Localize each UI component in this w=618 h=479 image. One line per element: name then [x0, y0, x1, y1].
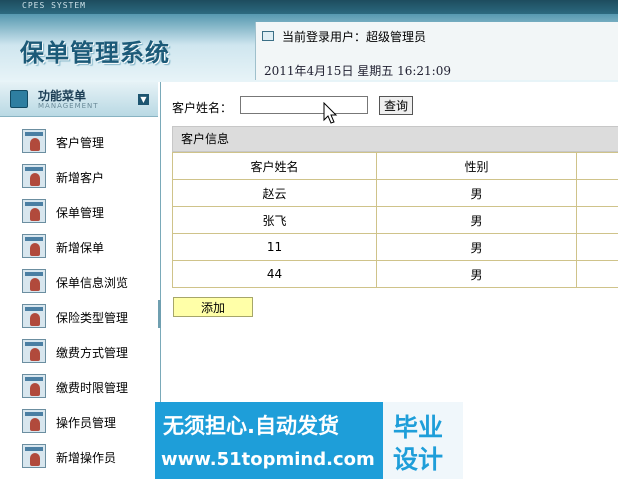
sidebar-item-policy-management[interactable]: 保单管理 — [0, 195, 158, 229]
user-card-icon — [22, 164, 46, 188]
table-row[interactable]: 张飞 男 — [172, 206, 618, 234]
sidebar-item-label: 新增客户 — [56, 171, 105, 185]
user-card-icon — [22, 409, 46, 433]
sidebar-item-insurance-type[interactable]: 保险类型管理 — [0, 300, 158, 334]
cell-extra — [576, 260, 618, 288]
sidebar: 功能菜单 MANAGEMENT ▼ 客户管理 新增客户 保单管理 新增保单 保单… — [0, 82, 161, 479]
sidebar-item-payment-method[interactable]: 缴费方式管理 — [0, 335, 158, 369]
customer-name-label: 客户姓名： — [172, 101, 233, 115]
cell-name: 44 — [172, 260, 377, 288]
cell-gender: 男 — [376, 233, 577, 261]
watermark-slogan: 无须担心.自动发货 — [163, 414, 339, 438]
sidebar-item-label: 保险类型管理 — [56, 311, 129, 325]
user-card-icon — [22, 339, 46, 363]
menu-subtitle: MANAGEMENT — [38, 102, 99, 110]
cell-name: 张飞 — [172, 206, 377, 234]
watermark-url: www.51topmind.com — [161, 449, 375, 470]
watermark-left: 无须担心.自动发货 www.51topmind.com — [155, 402, 383, 479]
current-user-label: 当前登录用户：超级管理员 — [282, 30, 427, 44]
customer-info-panel: 客户信息 客户姓名 性别 赵云 男 张飞 男 11 男 44 男 — [172, 126, 618, 288]
watermark-badge-line1: 毕业 — [393, 413, 444, 442]
cell-extra — [576, 233, 618, 261]
column-header-name: 客户姓名 — [172, 152, 377, 180]
user-card-icon — [22, 269, 46, 293]
cell-name: 赵云 — [172, 179, 377, 207]
sidebar-item-label: 新增操作员 — [56, 451, 117, 465]
sidebar-item-payment-term[interactable]: 缴费时限管理 — [0, 370, 158, 404]
user-card-icon — [22, 304, 46, 328]
sidebar-item-label: 客户管理 — [56, 136, 105, 150]
mouse-cursor-icon — [323, 102, 338, 124]
query-button[interactable]: 查询 — [379, 96, 413, 115]
table-title: 客户信息 — [172, 126, 618, 152]
sidebar-splitter[interactable] — [158, 300, 161, 328]
sidebar-item-label: 保单信息浏览 — [56, 276, 129, 290]
system-title: 保单管理系统 — [20, 39, 170, 67]
table-row[interactable]: 11 男 — [172, 233, 618, 261]
column-header-extra — [576, 152, 618, 180]
user-card-icon — [22, 374, 46, 398]
cell-extra — [576, 179, 618, 207]
table-row[interactable]: 44 男 — [172, 260, 618, 288]
user-card-icon — [22, 129, 46, 153]
watermark-badge: 毕业 设计 — [383, 402, 463, 479]
sidebar-item-label: 操作员管理 — [56, 416, 117, 430]
sidebar-item-customer-management[interactable]: 客户管理 — [0, 125, 158, 159]
menu-header: 功能菜单 MANAGEMENT ▼ — [0, 82, 158, 117]
cell-gender: 男 — [376, 206, 577, 234]
window-icon — [262, 31, 274, 41]
top-strip: CPES SYSTEM — [0, 0, 618, 14]
sidebar-item-label: 缴费时限管理 — [56, 381, 129, 395]
table-header-row: 客户姓名 性别 — [172, 152, 618, 180]
user-card-icon — [22, 444, 46, 468]
sidebar-item-add-operator[interactable]: 新增操作员 — [0, 440, 158, 474]
customer-table: 客户姓名 性别 赵云 男 张飞 男 11 男 44 男 — [172, 152, 618, 288]
menu-book-icon — [10, 90, 28, 108]
user-card-icon — [22, 199, 46, 223]
table-row[interactable]: 赵云 男 — [172, 179, 618, 207]
collapse-chevron-icon[interactable]: ▼ — [138, 94, 149, 105]
sidebar-item-label: 保单管理 — [56, 206, 105, 220]
cell-name: 11 — [172, 233, 377, 261]
sidebar-item-policy-browse[interactable]: 保单信息浏览 — [0, 265, 158, 299]
watermark-badge-line2: 设计 — [393, 445, 444, 474]
user-panel: 当前登录用户：超级管理员 2011年4月15日 星期五 16:21:09 — [255, 22, 618, 80]
system-tag: CPES SYSTEM — [22, 1, 86, 10]
sidebar-item-add-customer[interactable]: 新增客户 — [0, 160, 158, 194]
watermark-banner: 无须担心.自动发货 www.51topmind.com 毕业 设计 — [155, 402, 463, 479]
cell-gender: 男 — [376, 179, 577, 207]
sidebar-item-label: 缴费方式管理 — [56, 346, 129, 360]
user-card-icon — [22, 234, 46, 258]
sidebar-item-operator-management[interactable]: 操作员管理 — [0, 405, 158, 439]
app-header: CPES SYSTEM 保单管理系统 当前登录用户：超级管理员 2011年4月1… — [0, 0, 618, 82]
datetime-display: 2011年4月15日 星期五 16:21:09 — [264, 64, 451, 78]
customer-name-input[interactable] — [240, 96, 368, 114]
cell-extra — [576, 206, 618, 234]
sidebar-item-add-policy[interactable]: 新增保单 — [0, 230, 158, 264]
column-header-gender: 性别 — [376, 152, 577, 180]
add-button[interactable]: 添加 — [173, 297, 253, 317]
sidebar-item-label: 新增保单 — [56, 241, 105, 255]
cell-gender: 男 — [376, 260, 577, 288]
